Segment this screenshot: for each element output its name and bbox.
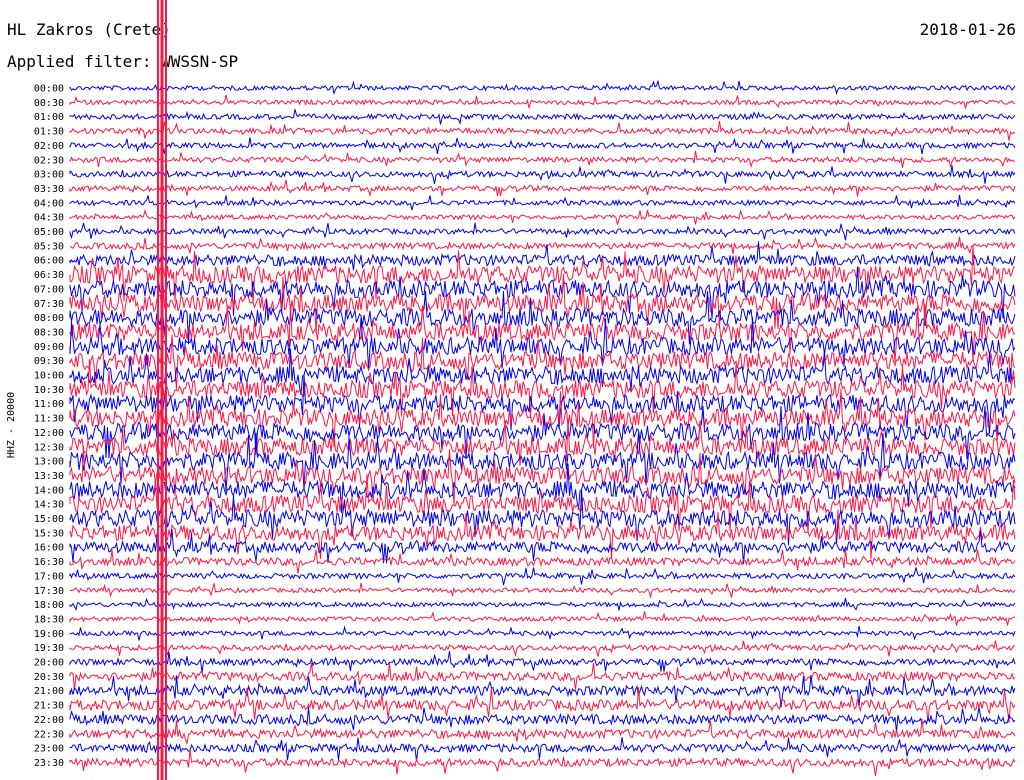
time-tick-label: 11:00	[34, 399, 64, 410]
time-tick-label: 02:00	[34, 141, 64, 152]
seismic-trace-row	[69, 474, 1016, 534]
time-tick-label: 06:30	[34, 270, 64, 281]
time-tick-label: 03:30	[34, 184, 64, 195]
tick-label-group: 00:00 00:30 01:00 01:30 02:00 02:30 03:00 03:30…	[34, 84, 64, 769]
time-tick-label: 18:00	[34, 600, 64, 611]
seismic-trace-row	[69, 109, 1016, 125]
seismic-trace-row	[69, 150, 1016, 169]
seismic-trace-row	[69, 316, 1016, 371]
time-tick-label: 12:30	[34, 442, 64, 453]
time-tick-label: 21:00	[34, 686, 64, 697]
time-tick-label: 20:00	[34, 658, 64, 669]
seismic-trace-row	[69, 706, 1016, 733]
time-tick-label: 04:30	[34, 213, 64, 224]
seismic-trace-row	[69, 625, 1016, 641]
trace-group	[69, 0, 1016, 780]
seismic-trace-row	[69, 208, 1016, 225]
time-tick-label: 00:30	[34, 98, 64, 109]
seismic-trace-row	[69, 222, 1016, 241]
time-tick-label: 23:30	[34, 758, 64, 769]
time-tick-label: 11:30	[34, 414, 64, 425]
seismic-trace-row	[69, 79, 1016, 96]
seismic-trace-row	[69, 597, 1016, 611]
time-tick-label: 14:00	[34, 485, 64, 496]
time-tick-label: 06:00	[34, 256, 64, 267]
seismic-trace-row	[69, 737, 1016, 762]
time-tick-label: 10:30	[34, 385, 64, 396]
seismic-trace-row	[69, 610, 1016, 626]
time-tick-label: 07:30	[34, 299, 64, 310]
time-tick-label: 05:00	[34, 227, 64, 238]
time-tick-label: 19:00	[34, 629, 64, 640]
seismic-trace-row	[69, 195, 1016, 211]
seismic-trace-row	[69, 165, 1016, 184]
time-tick-label: 22:30	[34, 729, 64, 740]
time-tick-label: 10:00	[34, 371, 64, 382]
time-tick-label: 04:00	[34, 198, 64, 209]
time-tick-label: 18:30	[34, 614, 64, 625]
seismic-trace-row	[69, 663, 1016, 690]
time-tick-label: 19:30	[34, 643, 64, 654]
time-tick-label: 02:30	[34, 155, 64, 166]
time-tick-label: 15:00	[34, 514, 64, 525]
time-tick-label: 03:00	[34, 170, 64, 181]
seismic-trace-row	[69, 179, 1016, 198]
y-axis-label: HHZ - 20000	[6, 392, 17, 458]
seismic-trace-row	[69, 241, 1016, 271]
time-tick-label: 23:00	[34, 744, 64, 755]
time-tick-label: 08:30	[34, 327, 64, 338]
seismic-trace-row	[69, 640, 1016, 657]
time-tick-label: 13:00	[34, 457, 64, 468]
time-tick-label: 07:00	[34, 284, 64, 295]
time-tick-label: 08:00	[34, 313, 64, 324]
time-tick-label: 17:30	[34, 586, 64, 597]
time-tick-label: 01:30	[34, 127, 64, 138]
seismic-trace-row	[69, 291, 1016, 345]
seismic-trace-row	[69, 651, 1016, 674]
time-tick-label: 01:00	[34, 112, 64, 123]
time-tick-label: 16:30	[34, 557, 64, 568]
seismic-trace-row	[69, 749, 1016, 776]
seismic-trace-row	[69, 121, 1016, 141]
time-tick-label: 12:00	[34, 428, 64, 439]
seismic-trace-row	[69, 137, 1016, 155]
time-tick-label: 17:00	[34, 571, 64, 582]
time-tick-label: 16:00	[34, 543, 64, 554]
seismic-trace-row	[69, 373, 1016, 434]
time-tick-label: 05:30	[34, 241, 64, 252]
time-tick-label: 22:00	[34, 715, 64, 726]
seismic-trace-row	[69, 567, 1016, 586]
seismic-trace-row	[69, 582, 1016, 599]
time-tick-label: 13:30	[34, 471, 64, 482]
seismic-trace-row	[69, 236, 1016, 255]
time-tick-label: 00:00	[34, 84, 64, 95]
time-tick-label: 09:00	[34, 342, 64, 353]
time-tick-label: 21:30	[34, 701, 64, 712]
seismic-trace-row	[69, 94, 1016, 110]
time-tick-label: 20:30	[34, 672, 64, 683]
time-tick-label: 14:30	[34, 500, 64, 511]
seismic-trace-row	[69, 359, 1016, 419]
time-tick-label: 09:30	[34, 356, 64, 367]
seismogram-plot: 00:00 00:30 01:00 01:30 02:00 02:30 03:00 03:30…	[6, 0, 1016, 780]
time-tick-label: 15:30	[34, 528, 64, 539]
